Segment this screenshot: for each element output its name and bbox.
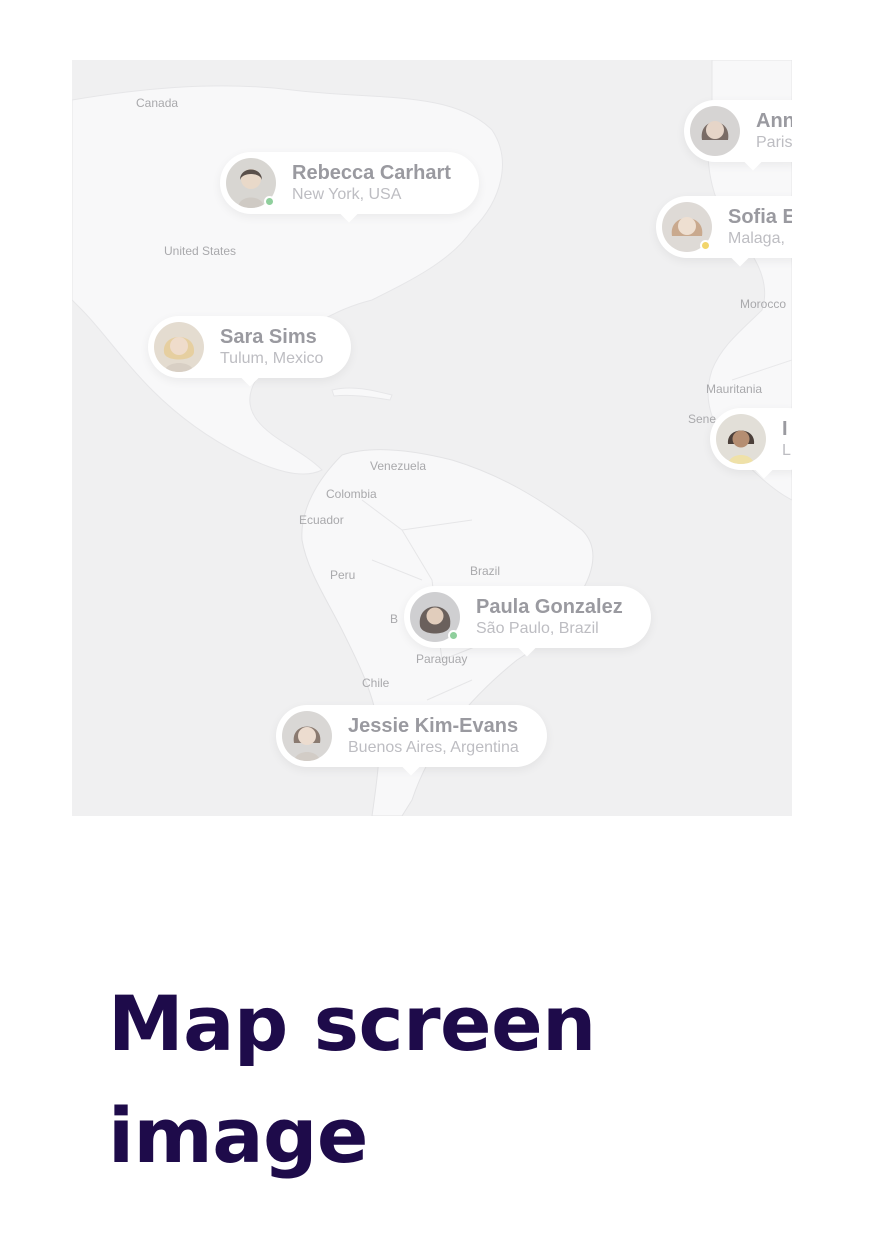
country-label-bolivia: B bbox=[390, 612, 399, 626]
pin-location: Tulum, Mexico bbox=[220, 350, 324, 367]
country-label-ecuador: Ecuador bbox=[299, 513, 344, 527]
country-label-peru: Peru bbox=[330, 568, 356, 582]
pin-location: São Paulo, Brazil bbox=[476, 620, 599, 637]
country-label-brazil: Brazil bbox=[470, 564, 501, 578]
country-label-canada: Canada bbox=[136, 96, 179, 110]
map-pin-paula-gonzalez[interactable]: Paula Gonzalez São Paulo, Brazil bbox=[404, 586, 651, 648]
map-pin-ann[interactable]: Ann Paris bbox=[684, 100, 792, 162]
pin-location: Buenos Aires, Argentina bbox=[348, 739, 519, 756]
pin-name: Sofia E bbox=[728, 206, 792, 228]
avatar bbox=[154, 322, 204, 372]
person-avatar-icon bbox=[154, 322, 204, 372]
country-label-senegal: Sene bbox=[688, 412, 717, 426]
avatar bbox=[282, 711, 332, 761]
avatar bbox=[662, 202, 712, 252]
pin-location: New York, USA bbox=[292, 186, 402, 203]
map-pin-partial[interactable]: I L bbox=[710, 408, 792, 470]
map-pin-rebecca-carhart[interactable]: Rebecca Carhart New York, USA bbox=[220, 152, 479, 214]
map-pin-sara-sims[interactable]: Sara Sims Tulum, Mexico bbox=[148, 316, 352, 378]
avatar bbox=[716, 414, 766, 464]
online-status-icon bbox=[264, 196, 275, 207]
pin-name: Rebecca Carhart bbox=[292, 162, 451, 184]
pin-name: Paula Gonzalez bbox=[476, 596, 623, 618]
page-caption: Map screen image bbox=[108, 979, 596, 1180]
pin-location: Malaga, bbox=[728, 230, 785, 247]
pin-location: L bbox=[782, 442, 791, 459]
map-pin-jessie-kim-evans[interactable]: Jessie Kim-Evans Buenos Aires, Argentina bbox=[276, 705, 547, 767]
person-avatar-icon bbox=[690, 106, 740, 156]
country-label-chile: Chile bbox=[362, 676, 390, 690]
person-avatar-icon bbox=[282, 711, 332, 761]
map-pin-sofia[interactable]: Sofia E Malaga, bbox=[656, 196, 792, 258]
pin-name: Sara Sims bbox=[220, 326, 317, 348]
pin-name: Jessie Kim-Evans bbox=[348, 715, 519, 737]
country-label-colombia: Colombia bbox=[326, 487, 377, 501]
pin-name: I bbox=[782, 418, 788, 440]
pin-location: Paris bbox=[756, 134, 792, 151]
avatar bbox=[226, 158, 276, 208]
away-status-icon bbox=[700, 240, 711, 251]
country-label-venezuela: Venezuela bbox=[370, 459, 427, 473]
country-label-paraguay: Paraguay bbox=[416, 652, 468, 666]
pin-name: Ann bbox=[756, 110, 792, 132]
person-avatar-icon bbox=[716, 414, 766, 464]
country-label-united-states: United States bbox=[164, 244, 237, 258]
country-label-morocco: Morocco bbox=[740, 297, 787, 311]
avatar bbox=[690, 106, 740, 156]
map-view[interactable]: Canada United States Venezuela Colombia … bbox=[72, 60, 792, 816]
country-label-mauritania: Mauritania bbox=[706, 382, 763, 396]
avatar bbox=[410, 592, 460, 642]
online-status-icon bbox=[448, 630, 459, 641]
